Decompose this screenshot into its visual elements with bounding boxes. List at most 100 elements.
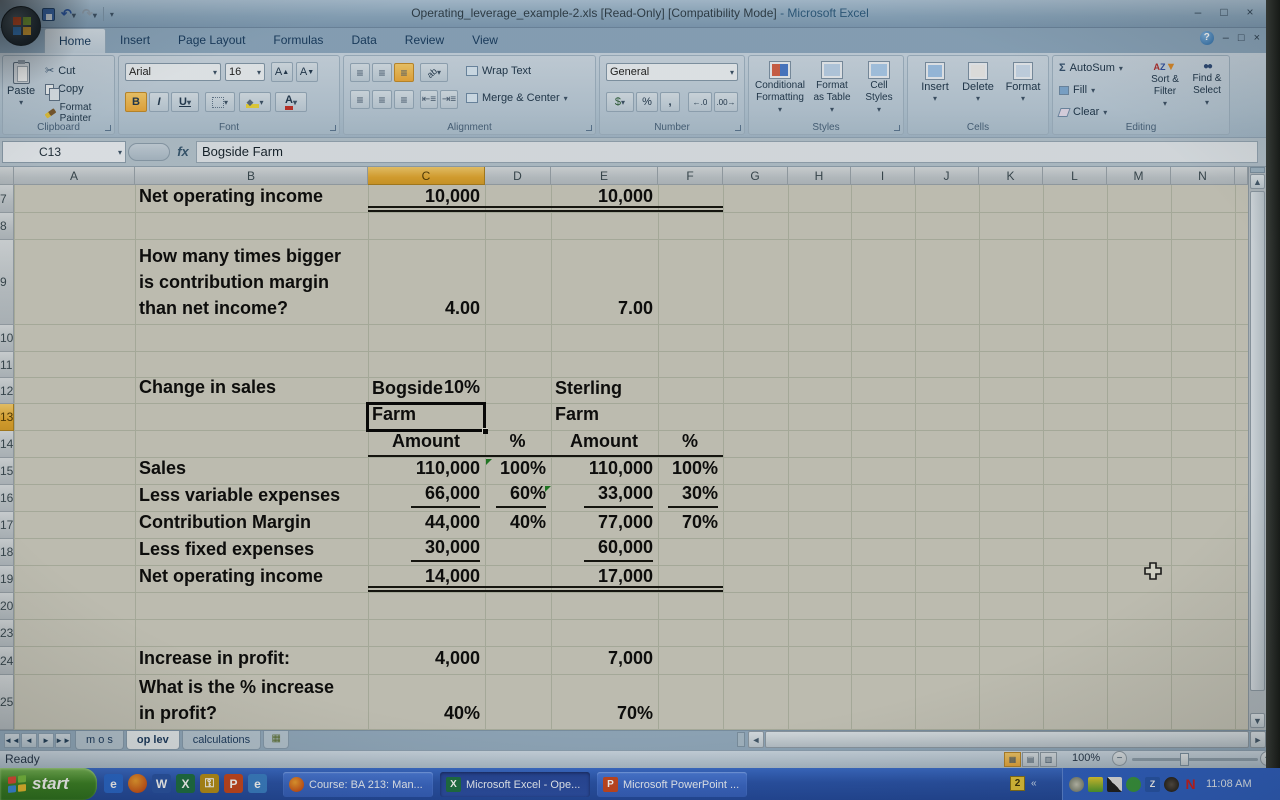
col-header-E[interactable]: E xyxy=(551,167,658,185)
cell-D17[interactable]: 40% xyxy=(486,512,551,538)
row-header-16[interactable]: 16 xyxy=(0,485,14,512)
fill-color-button[interactable]: ◆▾ xyxy=(239,92,271,112)
clipboard-dialog-launcher[interactable] xyxy=(105,125,111,131)
tab-data[interactable]: Data xyxy=(337,28,390,53)
task-excel[interactable]: X Microsoft Excel - Ope... xyxy=(440,772,590,797)
paste-button[interactable]: Paste▾ xyxy=(7,62,35,107)
format-painter-button[interactable]: Format Painter xyxy=(45,102,114,124)
cell-C14[interactable]: Amount xyxy=(369,431,485,457)
save-icon[interactable] xyxy=(42,8,55,21)
decrease-indent-button[interactable]: ⇤≡ xyxy=(420,90,438,109)
col-header-C[interactable]: C xyxy=(368,167,485,185)
scroll-left-icon[interactable]: ◄ xyxy=(748,731,764,748)
cell-E9[interactable]: 7.00 xyxy=(552,240,658,324)
align-right-button[interactable]: ≡ xyxy=(394,90,414,109)
bottom-align-button[interactable]: ≡ xyxy=(394,63,414,82)
middle-align-button[interactable]: ≡ xyxy=(372,63,392,82)
col-header-N[interactable]: N xyxy=(1171,167,1235,185)
cell-F16[interactable]: 30% xyxy=(659,485,723,511)
vertical-scroll-thumb[interactable] xyxy=(1250,191,1265,691)
worksheet-grid[interactable]: ABCDEFGHIJKLMN78910111213141516171819202… xyxy=(0,167,1248,730)
insert-worksheet-icon[interactable]: ▦ xyxy=(263,731,289,749)
row-header-20[interactable]: 20 xyxy=(0,593,14,620)
cell-B9[interactable]: How many times bigger is contribution ma… xyxy=(136,240,368,324)
cell-B16[interactable]: Less variable expenses xyxy=(136,485,368,511)
shrink-font-button[interactable]: A▼ xyxy=(296,62,318,82)
task-powerpoint[interactable]: P Microsoft PowerPoint ... xyxy=(597,772,747,797)
tray-z-icon[interactable]: Z xyxy=(1145,777,1160,792)
row-header-11[interactable]: 11 xyxy=(0,352,14,378)
borders-button[interactable]: ▾ xyxy=(205,92,235,112)
row-header-23[interactable]: 23 xyxy=(0,620,14,647)
doc-restore-button[interactable]: □ xyxy=(1238,32,1245,44)
cell-F17[interactable]: 70% xyxy=(659,512,723,538)
powerpoint-icon[interactable]: P xyxy=(224,774,243,793)
col-header-L[interactable]: L xyxy=(1043,167,1107,185)
zoom-slider-track[interactable] xyxy=(1132,758,1258,761)
ie2-icon[interactable]: e xyxy=(248,774,267,793)
comma-style-button[interactable]: , xyxy=(660,92,680,112)
restore-button[interactable]: □ xyxy=(1216,5,1232,19)
next-sheet-icon[interactable]: ► xyxy=(38,733,54,748)
row-header-24[interactable]: 24 xyxy=(0,647,14,675)
ie-icon[interactable]: e xyxy=(104,774,123,793)
tab-view[interactable]: View xyxy=(458,28,512,53)
sheet-tab-calculations[interactable]: calculations xyxy=(182,731,261,750)
formula-input[interactable]: Bogside Farm xyxy=(196,141,1258,163)
tab-review[interactable]: Review xyxy=(391,28,458,53)
scroll-right-icon[interactable]: ► xyxy=(1250,731,1266,748)
bold-button[interactable]: B xyxy=(125,92,147,112)
zoom-out-icon[interactable]: − xyxy=(1112,751,1127,766)
grow-font-button[interactable]: A▲ xyxy=(271,62,293,82)
horizontal-scrollbar[interactable]: ◄ ► xyxy=(748,731,1266,748)
hide-icons-chevron-icon[interactable]: « xyxy=(1031,778,1037,789)
row-header-9[interactable]: 9 xyxy=(0,240,14,325)
name-box-dropdown-icon[interactable]: ▾ xyxy=(118,148,125,157)
scroll-down-icon[interactable]: ▼ xyxy=(1250,713,1265,728)
key-icon[interactable]: ⚿ xyxy=(200,774,219,793)
tray-shield-icon[interactable] xyxy=(1088,777,1103,792)
cell-B17[interactable]: Contribution Margin xyxy=(136,512,368,538)
cell-E13[interactable]: Sterling Farm xyxy=(552,404,658,430)
cell-B24[interactable]: Increase in profit: xyxy=(136,647,368,674)
underline-button[interactable]: U ▾ xyxy=(171,92,199,112)
cell-B25[interactable]: What is the % increase in profit? xyxy=(136,675,368,729)
row-header-8[interactable]: 8 xyxy=(0,213,14,240)
tray-dark-icon[interactable] xyxy=(1164,777,1179,792)
accounting-format-button[interactable]: $ ▾ xyxy=(606,92,634,112)
tab-home[interactable]: Home xyxy=(44,28,106,53)
cell-B19[interactable]: Net operating income xyxy=(136,566,368,592)
decrease-decimal-button[interactable]: .00→ xyxy=(714,92,738,112)
col-header-B[interactable]: B xyxy=(135,167,368,185)
tray-green-icon[interactable] xyxy=(1126,777,1141,792)
close-button[interactable]: × xyxy=(1242,5,1258,19)
col-header-K[interactable]: K xyxy=(979,167,1043,185)
number-format-select[interactable]: General▾ xyxy=(606,63,738,81)
insert-cells-button[interactable]: Insert▾ xyxy=(916,62,954,103)
cell-C9[interactable]: 4.00 xyxy=(369,240,485,324)
orientation-button[interactable]: ab▾ xyxy=(420,63,448,82)
cell-C16[interactable]: 66,000 xyxy=(369,485,485,511)
row-header-13[interactable]: 13 xyxy=(0,404,14,431)
cell-C24[interactable]: 4,000 xyxy=(369,647,485,674)
page-break-view-icon[interactable]: ▥ xyxy=(1040,752,1057,767)
format-cells-button[interactable]: Format▾ xyxy=(1002,62,1044,103)
increase-indent-button[interactable]: ⇥≡ xyxy=(440,90,458,109)
row-header-10[interactable]: 10 xyxy=(0,325,14,352)
col-header-H[interactable]: H xyxy=(788,167,851,185)
font-color-button[interactable]: A▾ xyxy=(275,92,307,112)
vertical-scrollbar[interactable]: ▲ ▼ xyxy=(1248,167,1266,730)
row-header-17[interactable]: 17 xyxy=(0,512,14,539)
row-header-18[interactable]: 18 xyxy=(0,539,14,566)
tab-page-layout[interactable]: Page Layout xyxy=(164,28,259,53)
format-as-table-button[interactable]: Format as Table▾ xyxy=(809,61,855,114)
col-header-A[interactable]: A xyxy=(14,167,135,185)
vertical-split-handle[interactable] xyxy=(1250,167,1265,173)
alignment-dialog-launcher[interactable] xyxy=(586,125,592,131)
minimize-button[interactable]: – xyxy=(1190,5,1206,19)
delete-cells-button[interactable]: Delete▾ xyxy=(958,62,998,103)
task-firefox[interactable]: Course: BA 213: Man... xyxy=(283,772,433,797)
font-name-select[interactable]: Arial▾ xyxy=(125,63,221,81)
col-header-F[interactable]: F xyxy=(658,167,723,185)
row-header-15[interactable]: 15 xyxy=(0,458,14,485)
